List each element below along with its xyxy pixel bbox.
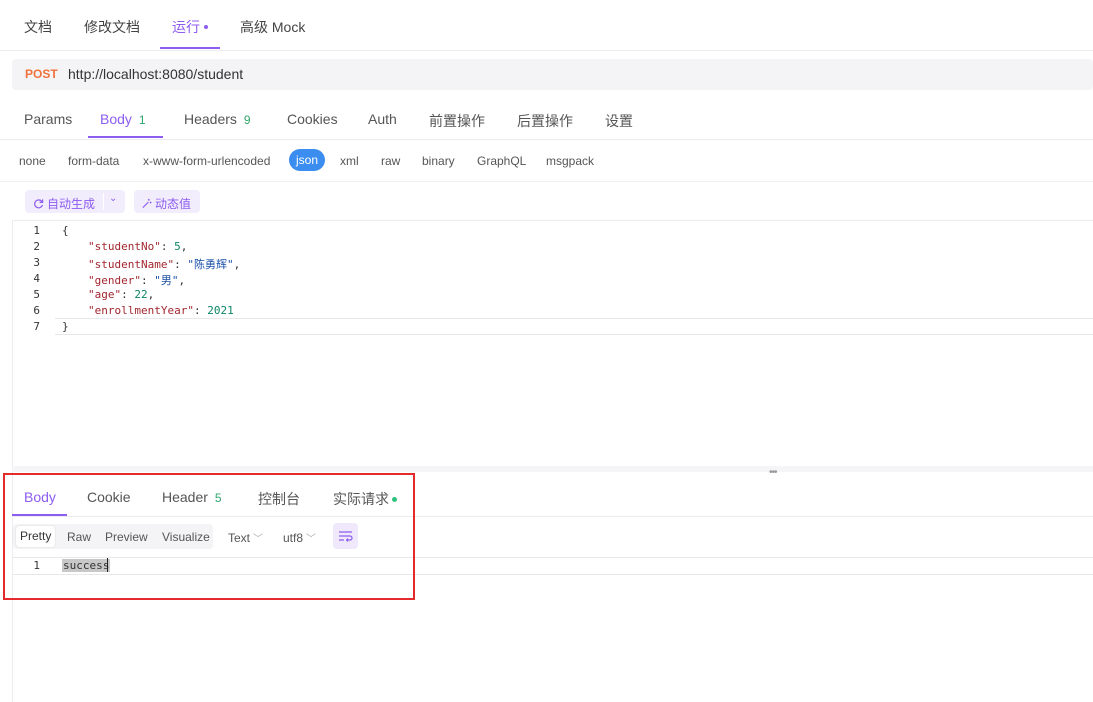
json-key: "gender" <box>88 274 141 287</box>
tab-cookies[interactable]: Cookies <box>287 111 338 127</box>
json-comma: , <box>178 274 186 287</box>
json-comma: , <box>147 288 155 301</box>
code-line: "studentName": "陈勇辉", <box>88 258 241 271</box>
active-tab-indicator <box>160 47 220 49</box>
tab-headers-count: 9 <box>243 113 251 127</box>
unsaved-dot-icon <box>204 25 208 30</box>
auto-generate-text: 自动生成 <box>47 197 96 211</box>
line-number: 5 <box>33 288 40 301</box>
tab-settings[interactable]: 设置 <box>605 111 633 131</box>
refresh-icon <box>34 199 44 209</box>
body-type-json[interactable]: json <box>289 149 326 171</box>
active-line-highlight <box>55 318 1093 335</box>
line-number: 7 <box>33 320 40 333</box>
line-number: 6 <box>33 304 40 317</box>
tab-post-actions[interactable]: 后置操作 <box>517 111 573 131</box>
line-number: 2 <box>33 240 40 253</box>
body-type-xml[interactable]: xml <box>340 154 359 168</box>
auto-generate-button[interactable]: 自动生成 ⌄ <box>25 190 125 213</box>
json-key: "enrollmentYear" <box>88 304 194 317</box>
code-line: "gender": "男", <box>88 274 186 287</box>
tab-edit-docs[interactable]: 修改文档 <box>84 17 140 37</box>
dynamic-value-button[interactable]: 动态值 <box>134 190 200 213</box>
body-type-urlencoded[interactable]: x-www-form-urlencoded <box>143 154 270 168</box>
active-request-tab-indicator <box>88 136 163 138</box>
body-type-msgpack[interactable]: msgpack <box>546 154 594 168</box>
body-type-binary[interactable]: binary <box>422 154 455 168</box>
tab-pre-actions[interactable]: 前置操作 <box>429 111 485 131</box>
auto-generate-label: 自动生成 <box>33 195 95 212</box>
json-comma: , <box>233 258 241 271</box>
request-tab-bar: Params Body 1 Headers 9 Cookies Auth 前置操作 … <box>0 99 1093 140</box>
json-value: "男" <box>154 274 179 287</box>
request-url-bar[interactable]: POST http://localhost:8080/student <box>12 59 1093 90</box>
json-key: "studentNo" <box>88 240 161 253</box>
json-key: "studentName" <box>88 258 175 271</box>
json-value: "陈勇辉" <box>187 258 234 271</box>
top-tab-bar: 文档 修改文档 运行 高级 Mock <box>0 0 1093 51</box>
body-type-graphql[interactable]: GraphQL <box>477 154 526 168</box>
url-input[interactable]: http://localhost:8080/student <box>68 66 243 82</box>
json-comma: , <box>180 240 188 253</box>
chevron-down-icon[interactable]: ⌄ <box>109 193 117 204</box>
code-line: "enrollmentYear": 2021 <box>88 304 234 317</box>
body-type-raw[interactable]: raw <box>381 154 400 168</box>
tab-body[interactable]: Body 1 <box>100 111 146 127</box>
json-value: 5 <box>174 240 181 253</box>
line-number: 4 <box>33 272 40 285</box>
body-type-none[interactable]: none <box>19 154 46 168</box>
tab-advanced-mock[interactable]: 高级 Mock <box>240 17 305 37</box>
http-method[interactable]: POST <box>25 67 58 81</box>
tab-headers[interactable]: Headers 9 <box>184 111 251 127</box>
dynamic-value-text: 动态值 <box>155 197 192 211</box>
json-value: 22 <box>134 288 148 301</box>
tab-params[interactable]: Params <box>24 111 72 127</box>
line-number: 3 <box>33 256 40 269</box>
json-key: "age" <box>88 288 122 301</box>
button-divider <box>103 193 104 210</box>
magic-wand-icon <box>142 198 152 209</box>
code-open-brace: { <box>62 224 69 237</box>
tab-run[interactable]: 运行 <box>172 17 208 37</box>
tab-body-label: Body <box>100 111 132 127</box>
panel-splitter[interactable] <box>12 466 1093 472</box>
code-line: "age": 22, <box>88 288 155 301</box>
tab-docs[interactable]: 文档 <box>24 17 52 37</box>
line-number: 1 <box>33 224 40 237</box>
request-body-editor[interactable]: 1 2 3 4 5 6 7 { "studentNo": 5, "student… <box>0 221 1093 466</box>
body-type-selector: none form-data x-www-form-urlencoded jso… <box>0 143 1093 182</box>
tab-body-count: 1 <box>138 113 146 127</box>
body-type-form-data[interactable]: form-data <box>68 154 119 168</box>
tab-auth[interactable]: Auth <box>368 111 397 127</box>
json-value: 2021 <box>207 304 234 317</box>
highlight-box <box>3 473 415 600</box>
tab-run-label: 运行 <box>172 19 200 35</box>
tab-headers-label: Headers <box>184 111 237 127</box>
dynamic-value-label: 动态值 <box>141 195 191 212</box>
code-line: "studentNo": 5, <box>88 240 188 253</box>
